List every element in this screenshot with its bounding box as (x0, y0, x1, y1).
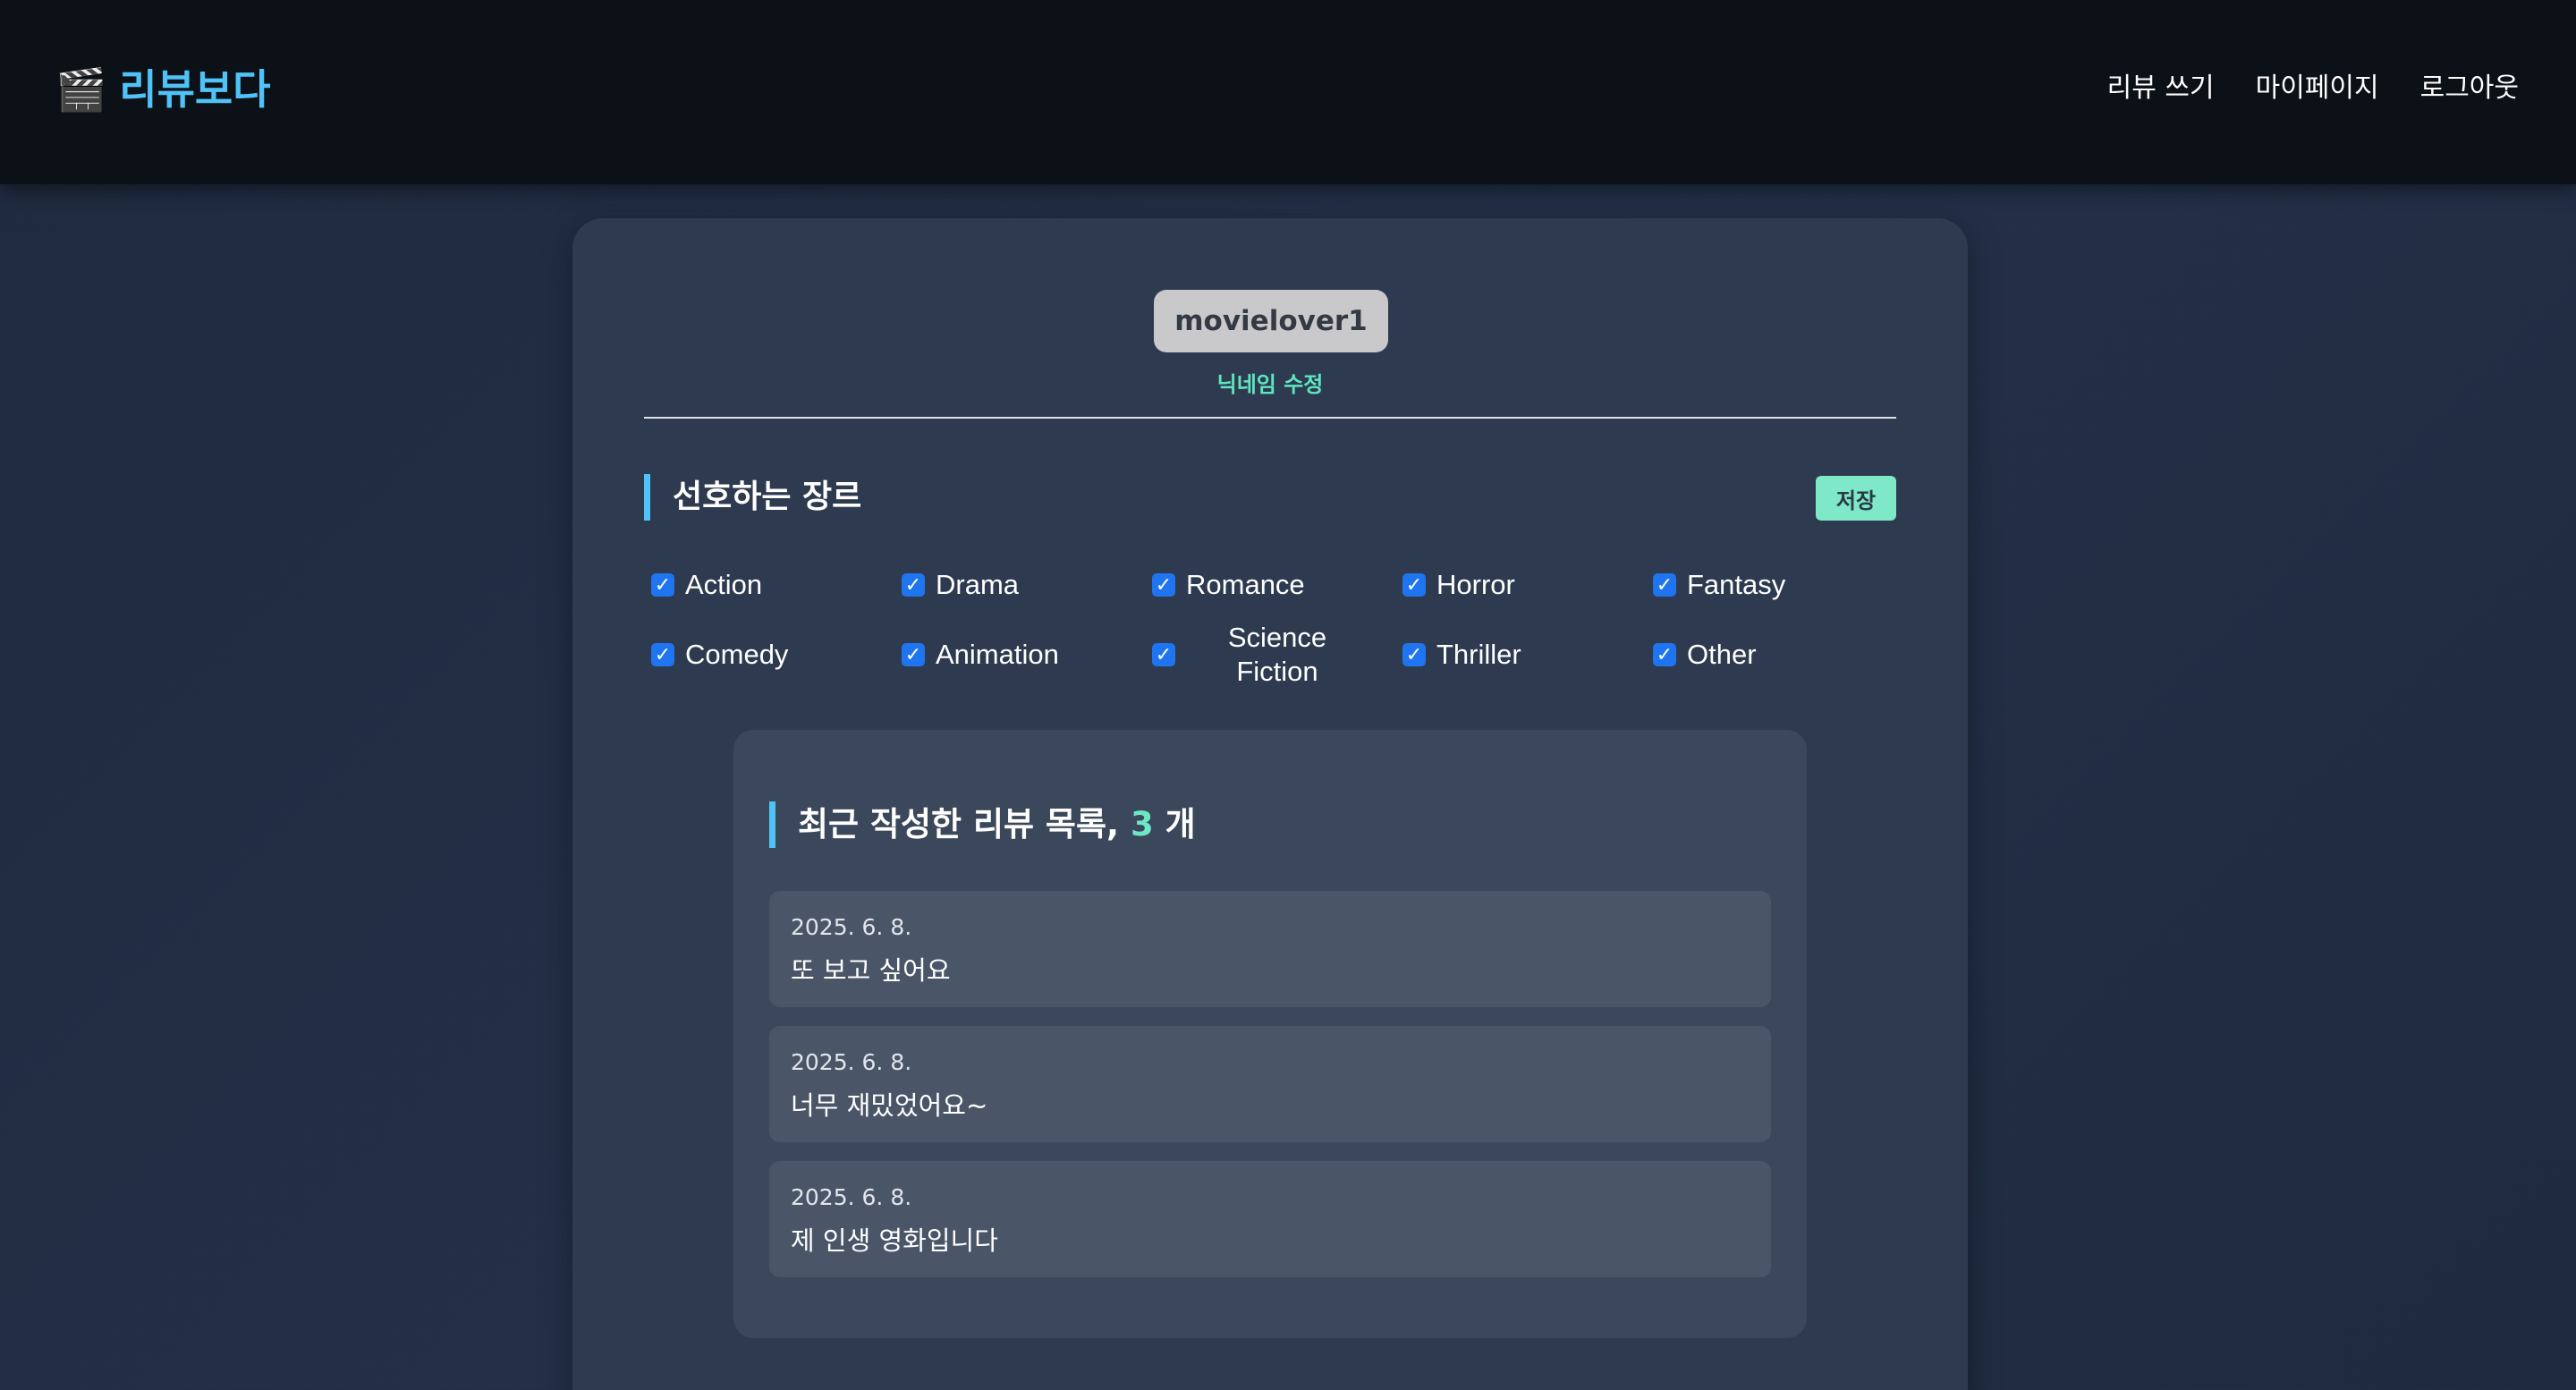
nav-mypage[interactable]: 마이페이지 (2256, 68, 2379, 109)
accent-bar (644, 474, 650, 521)
review-date: 2025. 6. 8. (791, 1184, 912, 1210)
checkbox-checked-icon[interactable]: ✓ (1402, 573, 1426, 597)
genre-option-drama[interactable]: ✓ Drama (894, 549, 1145, 621)
genre-section-header: 선호하는 장르 저장 (644, 474, 1896, 522)
reviews-title-suffix: 개 (1165, 805, 1196, 843)
checkbox-checked-icon[interactable]: ✓ (902, 573, 925, 597)
reviews-title-prefix: 최근 작성한 리뷰 목록, (798, 805, 1120, 843)
genre-section-title: 선호하는 장르 (673, 479, 862, 515)
edit-nickname-link[interactable]: 닉네임 수정 (572, 367, 1968, 398)
review-item[interactable]: 2025. 6. 8. 또 보고 싶어요 (769, 891, 1771, 1007)
save-button[interactable]: 저장 (1816, 476, 1896, 521)
genre-option-romance[interactable]: ✓ Romance (1145, 549, 1395, 621)
clapperboard-icon: 🎬 (55, 65, 107, 114)
review-text: 너무 재밌었어요~ (791, 1090, 988, 1121)
checkbox-checked-icon[interactable]: ✓ (902, 643, 925, 666)
mypage-card: movielover1 닉네임 수정 선호하는 장르 저장 ✓ Action ✓… (572, 218, 1968, 1390)
logo-text: 리뷰보다 (119, 65, 271, 114)
review-item[interactable]: 2025. 6. 8. 제 인생 영화입니다 (769, 1161, 1771, 1277)
checkbox-checked-icon[interactable]: ✓ (1653, 643, 1676, 666)
genre-label: Drama (936, 569, 1020, 600)
genre-option-horror[interactable]: ✓ Horror (1395, 549, 1646, 621)
accent-bar (769, 801, 775, 848)
genre-label: Horror (1436, 569, 1515, 600)
checkbox-checked-icon[interactable]: ✓ (1152, 643, 1175, 666)
checkbox-checked-icon[interactable]: ✓ (1653, 573, 1676, 597)
genre-label: Thriller (1436, 639, 1521, 670)
genre-label: Fantasy (1687, 569, 1786, 600)
recent-reviews-panel: 최근 작성한 리뷰 목록, 3 개 2025. 6. 8. 또 보고 싶어요 2… (733, 730, 1807, 1338)
review-date: 2025. 6. 8. (791, 1049, 912, 1075)
genre-label: Romance (1186, 569, 1305, 600)
reviews-title: 최근 작성한 리뷰 목록, 3 개 (798, 805, 1196, 844)
review-date: 2025. 6. 8. (791, 914, 912, 940)
review-item[interactable]: 2025. 6. 8. 너무 재밌었어요~ (769, 1026, 1771, 1142)
genre-label: Comedy (685, 639, 789, 670)
genre-label: Other (1687, 639, 1757, 670)
genre-label: Animation (936, 639, 1059, 670)
genre-label: Action (685, 569, 763, 600)
genre-option-science-fiction[interactable]: ✓ Science Fiction (1145, 619, 1395, 691)
checkbox-checked-icon[interactable]: ✓ (1152, 573, 1175, 597)
genre-option-comedy[interactable]: ✓ Comedy (644, 619, 894, 691)
review-text: 제 인생 영화입니다 (791, 1225, 998, 1256)
checkbox-checked-icon[interactable]: ✓ (651, 643, 674, 666)
genre-option-action[interactable]: ✓ Action (644, 549, 894, 621)
genre-option-thriller[interactable]: ✓ Thriller (1395, 619, 1646, 691)
logo[interactable]: 🎬 리뷰보다 (55, 63, 271, 116)
top-header: 🎬 리뷰보다 리뷰 쓰기 마이페이지 로그아웃 (0, 0, 2576, 184)
nav-write-review[interactable]: 리뷰 쓰기 (2107, 68, 2215, 109)
genre-option-fantasy[interactable]: ✓ Fantasy (1646, 549, 1896, 621)
checkbox-checked-icon[interactable]: ✓ (1402, 643, 1426, 666)
nav-logout[interactable]: 로그아웃 (2420, 68, 2519, 109)
genre-option-other[interactable]: ✓ Other (1646, 619, 1896, 691)
divider (644, 417, 1896, 419)
genre-option-animation[interactable]: ✓ Animation (894, 619, 1145, 691)
nickname-badge: movielover1 (1154, 290, 1388, 352)
review-count: 3 (1130, 805, 1154, 843)
main-nav: 리뷰 쓰기 마이페이지 로그아웃 (2107, 68, 2519, 109)
checkbox-checked-icon[interactable]: ✓ (651, 573, 674, 597)
genre-label: Science Fiction (1227, 622, 1327, 687)
review-text: 또 보고 싶어요 (791, 955, 951, 986)
